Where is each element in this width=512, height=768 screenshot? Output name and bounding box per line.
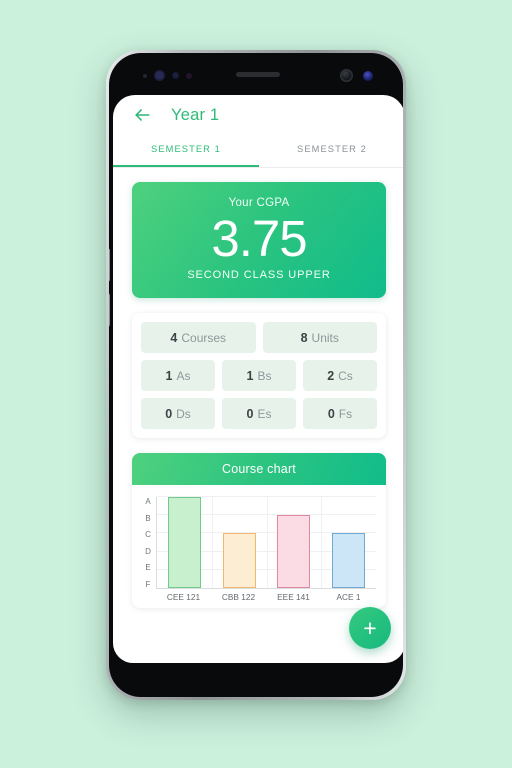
stat-pill-as: 1 As (141, 360, 215, 391)
chart-body: ABCDEF CEE 121 CBB 122 EEE 141 ACE 1 (132, 485, 386, 608)
stat-label: Courses (181, 330, 227, 345)
light-sensor-icon (172, 72, 179, 79)
y-tick-label: B (145, 513, 151, 523)
plot-area (156, 496, 376, 589)
stat-pill-bs: 1 Bs (222, 360, 296, 391)
course-chart-card: Course chart ABCDEF CEE 121 CBB 122 EEE 14… (132, 453, 386, 608)
back-arrow-icon[interactable] (131, 104, 153, 126)
ir-sensor-icon (186, 72, 192, 79)
chart-bar (277, 515, 311, 588)
stat-number: 8 (300, 330, 308, 345)
stat-label: Es (257, 406, 272, 421)
app-header: Year 1 (113, 95, 403, 135)
phone-screen: Year 1 SEMESTER 1 SEMESTER 2 Your CGPA 3… (113, 95, 403, 663)
chart-title: Course chart (222, 462, 296, 476)
x-tick-label: CEE 121 (166, 592, 201, 602)
stat-label: Bs (257, 368, 272, 383)
stat-pill-fs: 0 Fs (303, 398, 377, 429)
plot-wrap: ABCDEF (140, 496, 376, 589)
front-camera-lens-icon (154, 70, 165, 81)
stat-number: 0 (165, 406, 173, 421)
volume-down-button[interactable] (109, 293, 110, 327)
chart-bar (222, 533, 256, 588)
x-tick-label: ACE 1 (336, 592, 361, 602)
stat-number: 0 (327, 406, 335, 421)
stat-label: Cs (338, 368, 353, 383)
tab-semester-1[interactable]: SEMESTER 1 (113, 135, 259, 167)
cgpa-card: Your CGPA 3.75 SECOND CLASS UPPER (132, 182, 386, 298)
stat-label: As (176, 368, 191, 383)
stats-row: 0 Ds 0 Es 0 Fs (141, 398, 377, 429)
plus-icon: + (363, 614, 377, 641)
y-tick-label: E (145, 563, 151, 573)
tab-semester-1-label: SEMESTER 1 (151, 144, 221, 154)
gridline (211, 497, 213, 588)
stat-pill-courses: 4 Courses (141, 322, 256, 353)
stat-number: 1 (246, 368, 254, 383)
stat-label: Fs (338, 406, 353, 421)
tab-semester-2-label: SEMESTER 2 (297, 144, 367, 154)
gridline (321, 497, 323, 588)
stats-card: 4 Courses 8 Units 1 As 1 Bs 2 Cs 0 Ds 0 … (132, 313, 386, 438)
gridline (266, 497, 268, 588)
stat-label: Ds (176, 406, 191, 421)
scroll-content: Your CGPA 3.75 SECOND CLASS UPPER 4 Cour… (113, 168, 403, 608)
fab-add-button[interactable]: + (349, 607, 391, 649)
y-axis: ABCDEF (140, 497, 156, 589)
phone-top-sensor-bar (109, 53, 403, 95)
camera-cluster (340, 69, 373, 82)
stat-label: Units (311, 330, 339, 345)
front-camera-icon (340, 69, 353, 82)
stat-pill-es: 0 Es (222, 398, 296, 429)
chart-title-bar: Course chart (132, 453, 386, 485)
stats-row: 1 As 1 Bs 2 Cs (141, 360, 377, 391)
y-tick-label: C (145, 530, 151, 540)
stat-pill-ds: 0 Ds (141, 398, 215, 429)
phone-body: Year 1 SEMESTER 1 SEMESTER 2 Your CGPA 3… (109, 53, 403, 697)
y-tick-label: A (145, 497, 151, 506)
x-tick-label: CBB 122 (221, 592, 256, 602)
cgpa-value: 3.75 (211, 210, 307, 267)
stats-row: 4 Courses 8 Units (141, 322, 377, 353)
stat-number: 0 (246, 406, 254, 421)
sensor-cluster (143, 70, 192, 81)
chart-bar (167, 497, 201, 588)
y-tick-label: D (145, 546, 151, 556)
stat-pill-cs: 2 Cs (303, 360, 377, 391)
y-tick-label: F (145, 579, 151, 589)
chart-bar (332, 533, 366, 588)
stat-number: 4 (170, 330, 178, 345)
iris-scanner-icon (363, 70, 373, 81)
volume-up-button[interactable] (109, 248, 110, 282)
stat-number: 1 (165, 368, 173, 383)
stat-number: 2 (327, 368, 335, 383)
x-axis: CEE 121 CBB 122 EEE 141 ACE 1 (156, 592, 376, 602)
phone-frame: Year 1 SEMESTER 1 SEMESTER 2 Your CGPA 3… (106, 50, 406, 700)
page-title: Year 1 (171, 105, 220, 124)
tab-semester-2[interactable]: SEMESTER 2 (259, 135, 403, 163)
x-tick-label: EEE 141 (277, 592, 310, 602)
proximity-sensor-icon (143, 73, 147, 78)
tab-bar: SEMESTER 1 SEMESTER 2 (113, 135, 403, 167)
cgpa-classification: SECOND CLASS UPPER (187, 269, 331, 281)
stat-pill-units: 8 Units (262, 322, 377, 353)
earpiece-speaker (236, 72, 280, 77)
cgpa-label: Your CGPA (228, 197, 290, 209)
